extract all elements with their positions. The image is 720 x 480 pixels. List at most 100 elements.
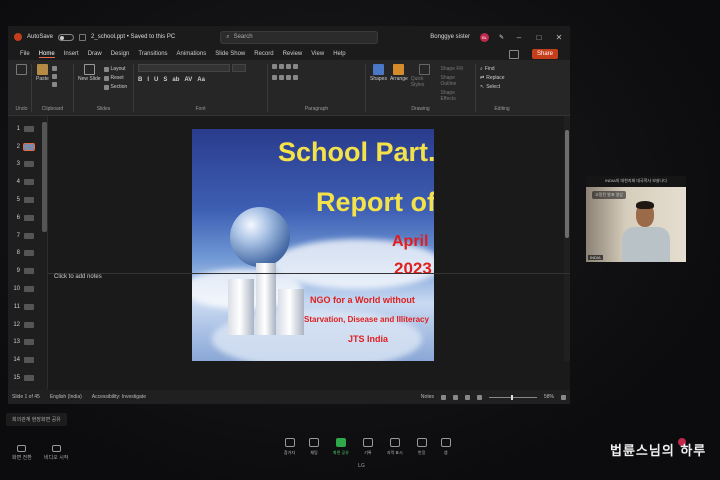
fit-to-window-icon[interactable] <box>561 394 566 400</box>
shape-effects-button[interactable]: Shape Effects <box>441 90 472 102</box>
close-button[interactable]: ✕ <box>554 33 564 42</box>
comments-button[interactable] <box>508 49 519 59</box>
autosave-toggle[interactable] <box>58 33 75 41</box>
slide-thumbnail[interactable]: 9 <box>8 262 47 280</box>
record-button[interactable]: 기록 <box>362 438 373 456</box>
tab-help[interactable]: Help <box>333 51 345 57</box>
tab-record[interactable]: Record <box>254 51 273 57</box>
start-video-control[interactable]: 비디오 시작 <box>44 445 68 461</box>
select-button[interactable]: ↖ Select <box>480 84 505 90</box>
quick-styles-button[interactable]: Quick Styles <box>411 64 438 112</box>
strikethrough-button[interactable]: S <box>163 77 167 83</box>
slideshow-icon[interactable] <box>476 394 482 400</box>
font-name-box[interactable] <box>138 64 230 72</box>
slide-thumbnail[interactable]: 11 <box>8 298 47 316</box>
undo-button[interactable] <box>16 64 27 112</box>
replace-button[interactable]: ⇄ Replace <box>480 75 505 81</box>
participants-button[interactable]: 참가자 <box>284 438 295 456</box>
pen-icon[interactable]: ✎ <box>499 34 504 41</box>
italic-button[interactable]: I <box>147 77 149 83</box>
reactions-button[interactable]: 반응 <box>416 438 427 456</box>
chat-button[interactable]: 채팅 <box>309 438 320 456</box>
underline-button[interactable]: U <box>154 77 158 83</box>
reset-button[interactable]: Reset <box>103 75 128 81</box>
cut-icon[interactable] <box>51 66 57 71</box>
participant-video-tile[interactable]: INDIA의 대한지회 대국학사 보살나다 고정된 발표 영상 INDIA <box>586 176 686 262</box>
file-name[interactable]: 2_school.ppt • Saved to this PC <box>91 34 175 40</box>
align-right-icon[interactable] <box>286 75 291 80</box>
slide-thumbnail[interactable]: 10 <box>8 280 47 298</box>
indent-icon[interactable] <box>286 64 291 69</box>
shapes-icon <box>372 64 384 75</box>
reading-view-icon[interactable] <box>464 394 470 400</box>
tab-animations[interactable]: Animations <box>177 51 207 57</box>
slide-thumbnail[interactable]: 15 <box>8 369 47 387</box>
paste-button[interactable]: Paste <box>36 64 49 112</box>
tab-review[interactable]: Review <box>283 51 303 57</box>
slide-scrollbar[interactable] <box>564 116 570 361</box>
shape-outline-button[interactable]: Shape Outline <box>441 75 472 87</box>
copy-icon[interactable] <box>51 74 57 79</box>
meeting-toolbar: 참가자 채팅 화면 공유 기록 자막 표시 반응 앱 <box>284 438 451 456</box>
share-button[interactable]: Share <box>531 49 558 59</box>
notes-toggle[interactable]: Notes <box>421 394 434 400</box>
slides-group: New Slide Layout Reset Section Slides <box>74 64 134 112</box>
slide-thumbnail[interactable]: 8 <box>8 245 47 263</box>
slide-thumbnail[interactable]: 14 <box>8 351 47 369</box>
slide-thumbnail[interactable]: 12 <box>8 316 47 334</box>
tab-file[interactable]: File <box>20 51 30 57</box>
format-painter-icon[interactable] <box>51 82 57 87</box>
apps-button[interactable]: 앱 <box>440 438 451 456</box>
zoom-level[interactable]: 58% <box>544 394 554 400</box>
shape-fill-button[interactable]: Shape Fill <box>441 66 472 72</box>
select-label: Select <box>486 84 501 90</box>
new-slide-button[interactable]: New Slide <box>78 64 101 112</box>
layout-button[interactable]: Layout <box>103 66 128 72</box>
search-box[interactable]: ⌕ Search <box>220 30 379 44</box>
avatar[interactable]: BL <box>479 32 489 42</box>
bold-button[interactable]: B <box>138 77 142 83</box>
maximize-button[interactable]: □ <box>534 33 544 42</box>
numbering-icon[interactable] <box>279 64 284 69</box>
apps-label: 앱 <box>443 450 448 455</box>
shapes-button[interactable]: Shapes <box>370 64 387 112</box>
tab-view[interactable]: View <box>311 51 324 57</box>
justify-icon[interactable] <box>293 75 298 80</box>
tab-design[interactable]: Design <box>111 51 130 57</box>
tv-brand-logo: LG <box>358 463 365 469</box>
switch-screen-control[interactable]: 화면 전환 <box>12 445 32 461</box>
notes-pane[interactable]: Click to add notes <box>48 273 570 284</box>
arrange-button[interactable]: Arrange <box>390 64 408 112</box>
change-case-button[interactable]: Aa <box>197 77 205 83</box>
minimize-button[interactable]: – <box>514 33 524 42</box>
tab-home[interactable]: Home <box>38 51 55 58</box>
share-notice[interactable]: 회의관계 현장화면 공유 <box>6 413 67 426</box>
tab-draw[interactable]: Draw <box>88 51 102 57</box>
accessibility-indicator[interactable]: Accessibility: Investigate <box>92 394 146 400</box>
slide-sorter-icon[interactable] <box>452 394 458 400</box>
normal-view-icon[interactable] <box>440 394 446 400</box>
font-size-box[interactable] <box>232 64 246 72</box>
bullets-icon[interactable] <box>272 64 277 69</box>
editor-body: 1 2 3 4 5 6 7 8 9 10 11 12 13 14 15 School Part. Repor… <box>8 116 570 404</box>
align-left-icon[interactable] <box>272 75 277 80</box>
tab-transitions[interactable]: Transitions <box>138 51 167 57</box>
char-spacing-button[interactable]: ab <box>172 77 179 83</box>
align-center-icon[interactable] <box>279 75 284 80</box>
section-button[interactable]: Section <box>103 84 127 90</box>
thumbnail-scrollbar[interactable] <box>42 122 47 232</box>
tab-insert[interactable]: Insert <box>64 51 79 57</box>
find-button[interactable]: ⌕ Find <box>480 66 505 72</box>
line-spacing-icon[interactable] <box>293 64 298 69</box>
save-icon[interactable] <box>79 33 87 41</box>
kerning-button[interactable]: AV <box>184 77 192 83</box>
zoom-slider[interactable] <box>488 394 537 400</box>
captions-button[interactable]: 자막 표시 <box>387 438 403 456</box>
find-icon: ⌕ <box>480 66 483 72</box>
current-slide[interactable]: School Part. Report of April 2023 NGO fo… <box>192 129 434 361</box>
tab-slide-show[interactable]: Slide Show <box>215 51 245 57</box>
slide-thumbnail[interactable]: 13 <box>8 334 47 352</box>
share-screen-button[interactable]: 화면 공유 <box>333 438 349 456</box>
notes-placeholder: Click to add notes <box>54 274 102 280</box>
language-indicator[interactable]: English (India) <box>50 394 82 400</box>
